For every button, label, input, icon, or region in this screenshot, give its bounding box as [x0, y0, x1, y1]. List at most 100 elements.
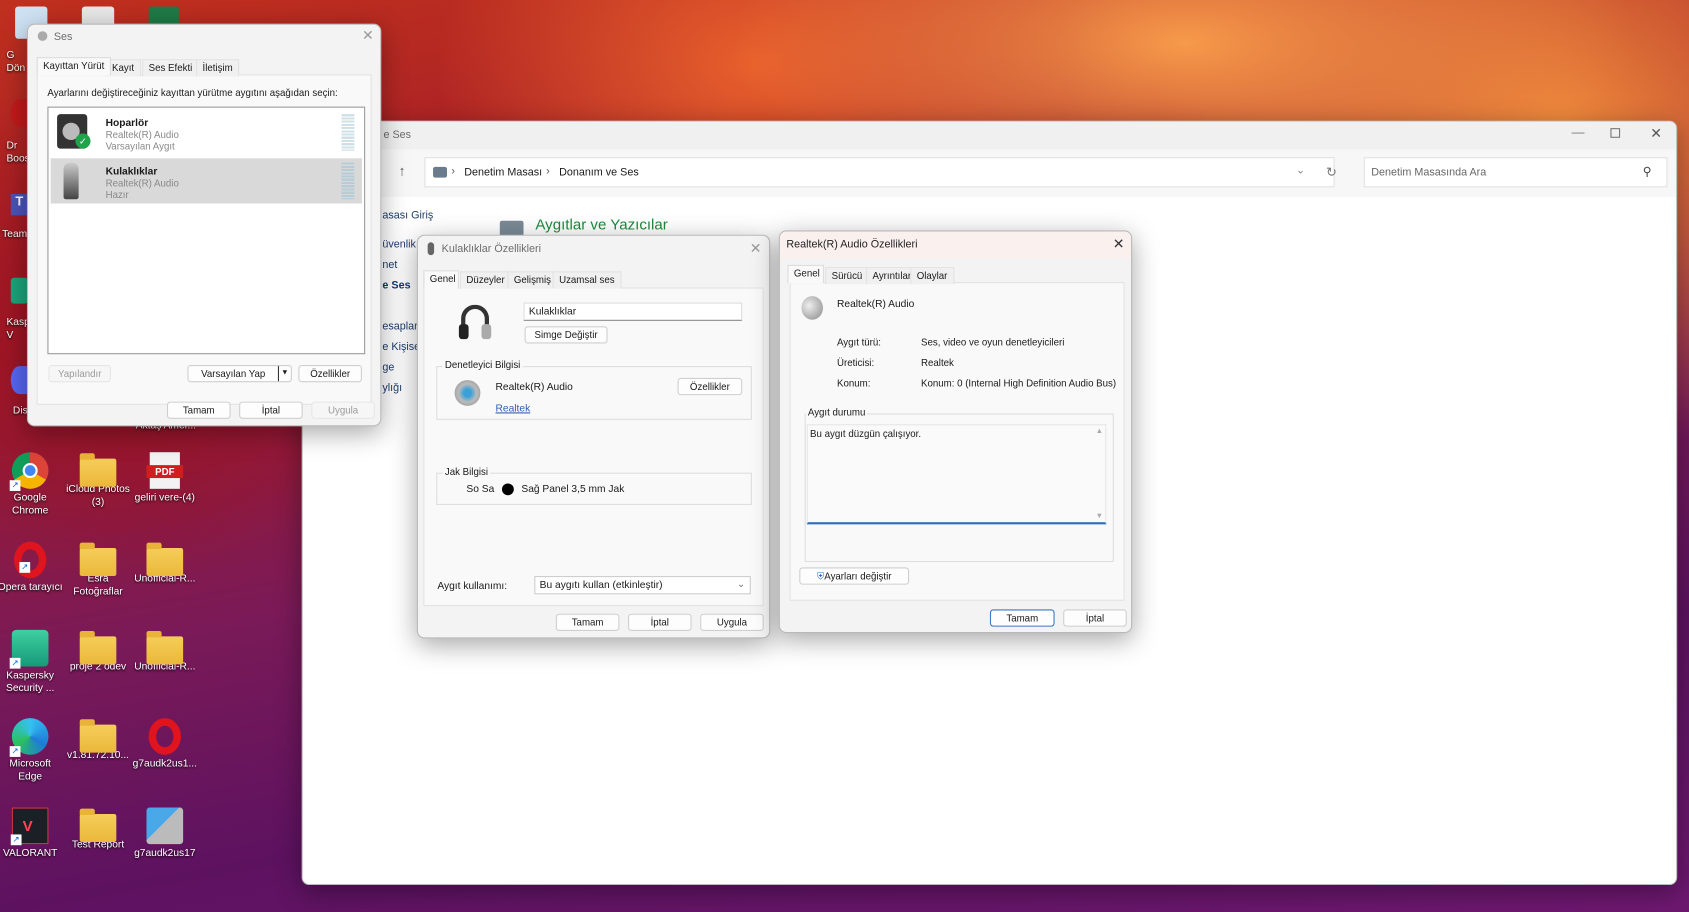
- headphones-properties-dialog: Kulaklıklar Özellikleri ✕ Genel Düzeyler…: [416, 234, 771, 639]
- desktop-icon-opera[interactable]: ↗ Opera tarayıcı: [0, 541, 64, 595]
- cancel-button[interactable]: İptal: [1063, 609, 1127, 627]
- nav-link[interactable]: ge: [382, 362, 394, 374]
- tab-levels[interactable]: Düzeyler: [459, 271, 512, 289]
- apply-button[interactable]: Uygula: [311, 401, 375, 419]
- controller-name: Realtek(R) Audio: [495, 381, 573, 393]
- zip-folder-icon: [79, 453, 117, 487]
- up-arrow-icon[interactable]: ↑: [399, 163, 406, 179]
- desktop-icon-kaspersky[interactable]: ↗ Kaspersky Security ...: [0, 629, 64, 696]
- device-item-speaker[interactable]: ✓ Hoparlör Realtek(R) Audio Varsayılan A…: [48, 108, 364, 155]
- tab-sound-effects[interactable]: Ses Efekti: [142, 59, 199, 77]
- title-bar: [302, 121, 1677, 150]
- device-usage-label: Aygıt kullanımı:: [437, 580, 508, 593]
- search-box[interactable]: Denetim Masasında Ara ⚲: [1363, 157, 1668, 188]
- group-label: Denetleyici Bilgisi: [442, 359, 523, 371]
- kaspersky-vpn-icon[interactable]: [10, 277, 29, 304]
- desktop-icon-v1[interactable]: v1.81.72.10...: [65, 718, 132, 762]
- desktop-icon-unofficial-2[interactable]: Unofficial-R...: [131, 630, 198, 674]
- desktop-icon-proje[interactable]: proje 2 ödev: [65, 630, 132, 674]
- device-driver: Realtek(R) Audio: [105, 177, 179, 189]
- cancel-button[interactable]: İptal: [239, 401, 303, 419]
- kaspersky-icon: ↗: [9, 629, 49, 669]
- breadcrumb-separator: ›: [546, 165, 550, 178]
- status-text: Bu aygıt düzgün çalışıyor.: [810, 428, 922, 440]
- discord-icon[interactable]: [10, 366, 29, 395]
- breadcrumb-denetim-masasi[interactable]: Denetim Masası: [464, 167, 542, 179]
- close-button[interactable]: ✕: [1650, 125, 1662, 142]
- device-item-headphones[interactable]: Kulaklıklar Realtek(R) Audio Hazır: [50, 158, 362, 204]
- address-bar[interactable]: › Denetim Masası › Donanım ve Ses ⌄ ↻: [424, 157, 1337, 188]
- ok-button[interactable]: Tamam: [166, 401, 231, 419]
- devices-printers-heading[interactable]: Aygıtlar ve Yazıcılar: [535, 215, 667, 232]
- set-default-button[interactable]: Varsayılan Yap ▼: [187, 365, 292, 383]
- nav-link-active[interactable]: e Ses: [382, 280, 410, 292]
- desktop-icon-unofficial-1[interactable]: Unofficial-R...: [131, 542, 198, 586]
- desktop-icon-g7audk-opera[interactable]: g7audk2us1...: [131, 718, 198, 771]
- close-button[interactable]: ✕: [750, 240, 762, 257]
- desktop-icon-icloud-photos[interactable]: iCloud Photos (3): [65, 452, 132, 509]
- device-status-textarea[interactable]: Bu aygıt düzgün çalışıyor. ▲ ▼: [806, 424, 1107, 525]
- partial-icon-label[interactable]: G Dön: [6, 50, 25, 76]
- change-icon-button[interactable]: Simge Değiştir: [524, 326, 608, 344]
- tab-driver[interactable]: Sürücü: [825, 267, 869, 285]
- scroll-down-icon[interactable]: ▼: [1096, 513, 1103, 521]
- controller-properties-button[interactable]: Özellikler: [677, 377, 743, 396]
- group-label: Aygıt durumu: [805, 406, 868, 418]
- device-name: Hoparlör: [105, 117, 149, 130]
- close-button[interactable]: ✕: [1113, 236, 1125, 253]
- desktop-icon-esra[interactable]: Esra Fotoğraflar: [65, 542, 132, 599]
- nav-link[interactable]: asası Giriş: [382, 210, 433, 222]
- maximize-button[interactable]: [1610, 128, 1621, 138]
- nav-link[interactable]: esapları: [382, 321, 420, 333]
- minimize-button[interactable]: —: [1572, 125, 1585, 140]
- tab-general[interactable]: Genel: [423, 270, 459, 289]
- tab-events[interactable]: Olaylar: [910, 267, 954, 285]
- close-button[interactable]: ✕: [362, 27, 374, 44]
- desktop-icon-pdf[interactable]: PDF geliri vere-(4): [131, 452, 198, 505]
- selected-value: Bu aygıtı kullan (etkinleştir): [539, 579, 663, 592]
- breadcrumb-donanim-ve-ses[interactable]: Donanım ve Ses: [559, 167, 639, 179]
- device-usage-select[interactable]: Bu aygıtı kullan (etkinleştir) ⌄: [534, 576, 751, 595]
- change-settings-button[interactable]: ⛨Ayarları değiştir: [799, 567, 910, 585]
- headphones-icon: [427, 242, 435, 256]
- desktop-icon-valorant[interactable]: V ↗ VALORANT: [0, 807, 64, 861]
- nav-link[interactable]: ylığı: [382, 382, 402, 394]
- desktop-icon-chrome[interactable]: ↗ Google Chrome: [0, 452, 64, 518]
- tab-communications[interactable]: İletişim: [196, 59, 240, 77]
- default-check-icon: ✓: [75, 133, 91, 149]
- nav-link[interactable]: net: [382, 259, 397, 271]
- tab-playback[interactable]: Kayıttan Yürüt: [36, 57, 111, 76]
- device-name-input[interactable]: Kulaklıklar: [523, 302, 743, 321]
- ok-button[interactable]: Tamam: [555, 613, 620, 631]
- jack-info-group: Jak Bilgisi So Sa Sağ Panel 3,5 mm Jak: [436, 466, 752, 505]
- desktop-icon-edge[interactable]: ↗ Microsoft Edge: [0, 718, 64, 784]
- tab-spatial-sound[interactable]: Uzamsal ses: [552, 271, 622, 289]
- dropdown-arrow-icon[interactable]: ▼: [277, 366, 291, 382]
- chevron-down-icon: ⌄: [736, 578, 746, 591]
- nav-link[interactable]: üvenlik: [382, 239, 416, 251]
- label: Dön: [6, 62, 26, 75]
- manufacturer-link[interactable]: Realtek: [496, 403, 531, 415]
- device-status: Varsayılan Aygıt: [105, 141, 175, 152]
- refresh-icon[interactable]: ↻: [1326, 165, 1337, 180]
- ok-button[interactable]: Tamam: [989, 609, 1055, 627]
- jack-color-dot: [501, 483, 514, 496]
- teams-icon[interactable]: T: [10, 193, 29, 216]
- device-list[interactable]: ✓ Hoparlör Realtek(R) Audio Varsayılan A…: [47, 106, 366, 355]
- headphones-device-icon: [63, 162, 79, 200]
- partial-icon-label[interactable]: Dis: [13, 405, 28, 417]
- controller-info-group: Denetleyici Bilgisi Realtek(R) Audio Rea…: [436, 359, 752, 420]
- tab-advanced[interactable]: Gelişmiş: [507, 271, 558, 289]
- tab-general[interactable]: Genel: [787, 264, 825, 284]
- desktop-icon-test-report[interactable]: Test Report: [65, 808, 132, 852]
- properties-button[interactable]: Özellikler: [298, 365, 362, 383]
- desktop-icon-g7audk-installer[interactable]: g7audk2us17: [131, 807, 198, 861]
- label: G: [6, 49, 15, 62]
- chevron-down-icon[interactable]: ⌄: [1296, 165, 1305, 177]
- apply-button[interactable]: Uygula: [700, 613, 764, 631]
- scroll-up-icon[interactable]: ▲: [1096, 427, 1103, 435]
- cancel-button[interactable]: İptal: [628, 613, 692, 631]
- search-placeholder: Denetim Masasında Ara: [1371, 166, 1487, 179]
- partial-icon-label[interactable]: Team: [2, 228, 27, 240]
- configure-button[interactable]: Yapılandır: [48, 365, 111, 383]
